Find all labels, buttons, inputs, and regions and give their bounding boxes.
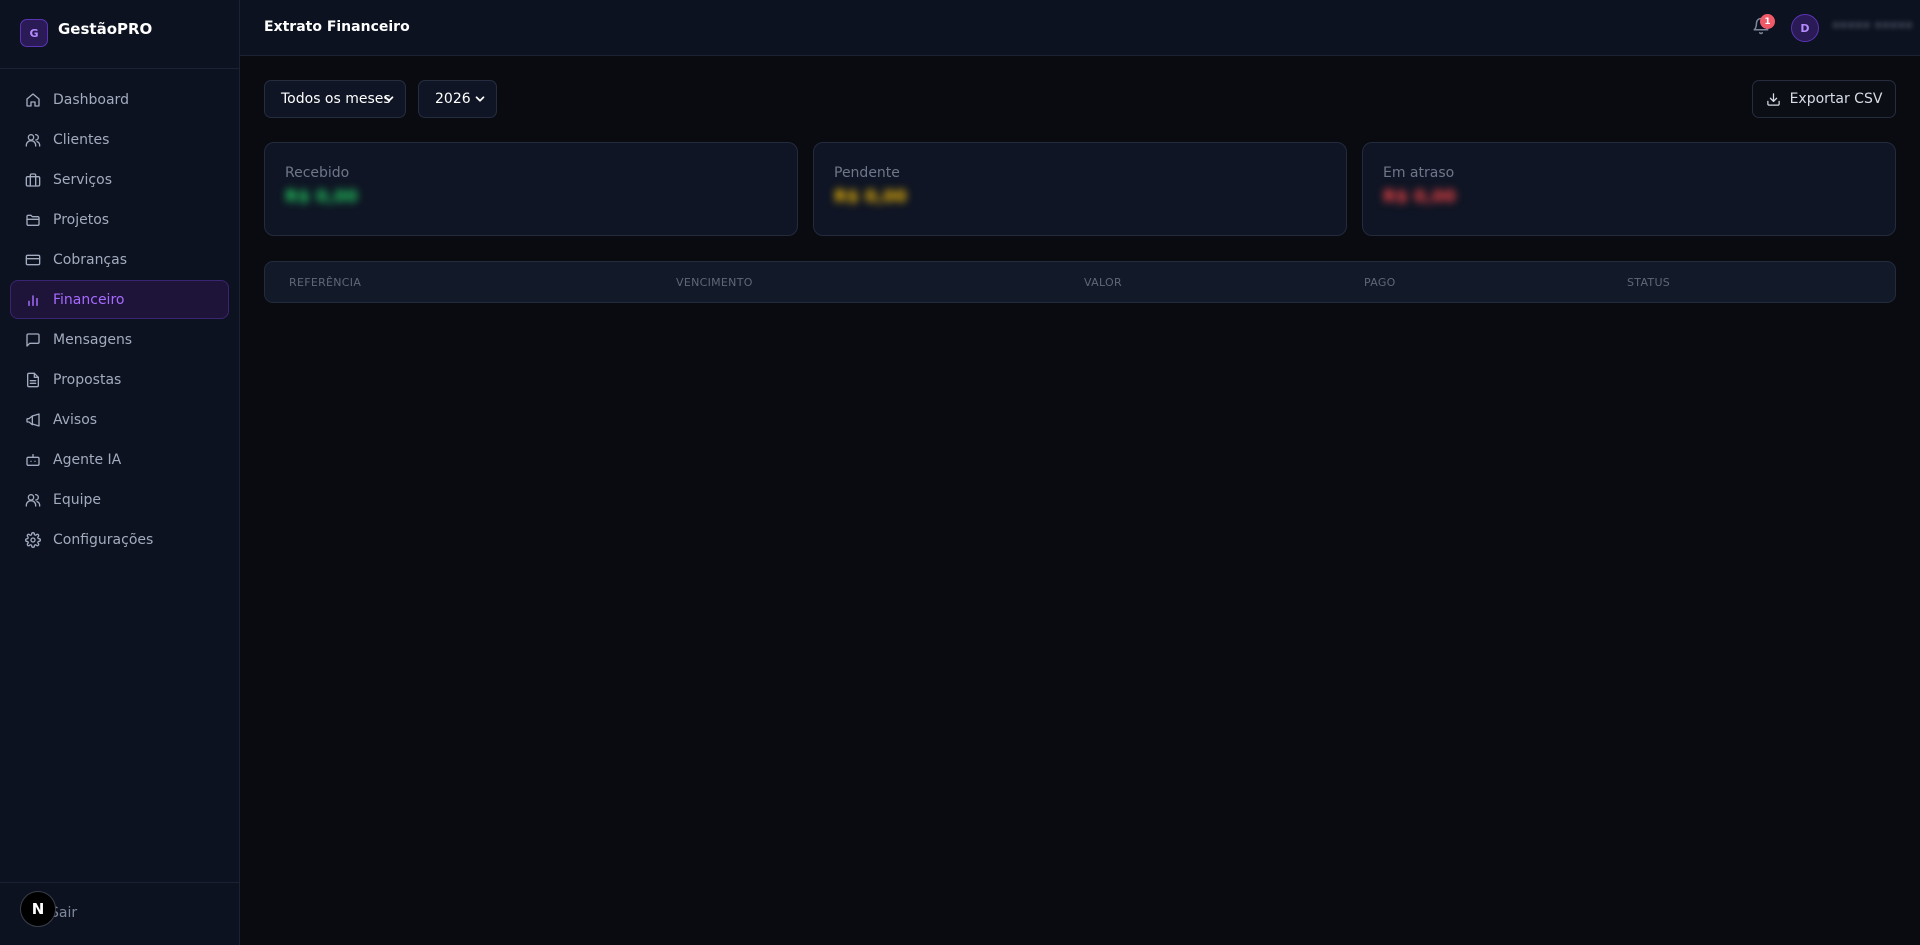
year-select[interactable]: 2026 [418, 80, 497, 118]
received-card: Recebido R$ 0,00 [264, 142, 798, 236]
user-name[interactable]: ••••• ••••• [1832, 19, 1913, 34]
sidebar-item-agente-ia[interactable]: Agente IA [10, 440, 229, 479]
pending-card: Pendente R$ 0,00 [813, 142, 1347, 236]
sidebar-item-label: Mensagens [53, 331, 133, 348]
sidebar-item-label: Agente IA [53, 451, 122, 468]
column-header-pago[interactable]: PAGO [1364, 276, 1396, 289]
sidebar-item-label: Projetos [53, 211, 110, 228]
bot-icon [24, 451, 41, 468]
sidebar-item-label: Serviços [53, 171, 112, 188]
sidebar-item-configuracoes[interactable]: Configurações [10, 520, 229, 559]
brand-logo: G [20, 19, 48, 47]
sidebar-item-label: Financeiro [53, 291, 125, 308]
filters-toolbar: Todos os meses 2026 Exportar CSV [264, 80, 1896, 118]
summary-cards: Recebido R$ 0,00 Pendente R$ 0,00 Em atr… [264, 142, 1896, 236]
column-header-valor[interactable]: VALOR [1084, 276, 1122, 289]
column-header-status[interactable]: STATUS [1627, 276, 1670, 289]
received-value: R$ 0,00 [285, 187, 358, 207]
avatar[interactable]: D [1791, 14, 1819, 42]
sidebar-item-clientes[interactable]: Clientes [10, 120, 229, 159]
export-csv-button[interactable]: Exportar CSV [1752, 80, 1896, 118]
month-select[interactable]: Todos os meses [264, 80, 406, 118]
overdue-label: Em atraso [1383, 165, 1455, 181]
overdue-card: Em atraso R$ 0,00 [1362, 142, 1896, 236]
sidebar-item-equipe[interactable]: Equipe [10, 480, 229, 519]
sidebar-item-financeiro[interactable]: Financeiro [10, 280, 229, 319]
sidebar-item-label: Avisos [53, 411, 98, 428]
month-select-value: Todos os meses [281, 91, 391, 107]
sidebar-nav: Dashboard Clientes Serviços Projetos Cob… [0, 69, 239, 559]
dev-tools-badge[interactable]: N [20, 891, 56, 927]
home-icon [24, 91, 41, 108]
page-title: Extrato Financeiro [264, 19, 410, 35]
users-icon [24, 131, 41, 148]
users-icon [24, 491, 41, 508]
brand[interactable]: G GestãoPRO [0, 0, 239, 69]
sidebar-item-projetos[interactable]: Projetos [10, 200, 229, 239]
sidebar-item-label: Clientes [53, 131, 110, 148]
download-icon [1766, 92, 1780, 106]
overdue-value: R$ 0,00 [1383, 187, 1456, 207]
export-csv-label: Exportar CSV [1789, 91, 1883, 107]
sidebar-item-avisos[interactable]: Avisos [10, 400, 229, 439]
credit-card-icon [24, 251, 41, 268]
sidebar-item-label: Propostas [53, 371, 122, 388]
sidebar-item-label: Dashboard [53, 91, 129, 108]
notification-count-badge: 1 [1760, 14, 1775, 29]
chevron-down-icon [473, 92, 487, 106]
sidebar-item-propostas[interactable]: Propostas [10, 360, 229, 399]
column-header-referencia[interactable]: REFERÊNCIA [289, 276, 361, 289]
year-select-value: 2026 [435, 91, 471, 107]
folder-icon [24, 211, 41, 228]
sidebar-item-mensagens[interactable]: Mensagens [10, 320, 229, 359]
sidebar: G GestãoPRO Dashboard Clientes Serviços … [0, 0, 240, 945]
pending-label: Pendente [834, 165, 900, 181]
brand-name: GestãoPRO [58, 20, 153, 38]
app-root: G GestãoPRO Dashboard Clientes Serviços … [0, 0, 1920, 945]
sidebar-item-servicos[interactable]: Serviços [10, 160, 229, 199]
sidebar-item-cobrancas[interactable]: Cobranças [10, 240, 229, 279]
chevron-down-icon [382, 92, 396, 106]
sidebar-item-label: Configurações [53, 531, 154, 548]
received-label: Recebido [285, 165, 350, 181]
file-text-icon [24, 371, 41, 388]
main-content: Todos os meses 2026 Exportar CSV Recebid… [264, 80, 1896, 303]
transactions-table: REFERÊNCIA VENCIMENTO VALOR PAGO STATUS [264, 261, 1896, 303]
bar-chart-icon [24, 291, 41, 308]
sidebar-item-dashboard[interactable]: Dashboard [10, 80, 229, 119]
top-header: Extrato Financeiro 1 D ••••• ••••• [240, 0, 1920, 56]
briefcase-icon [24, 171, 41, 188]
message-icon [24, 331, 41, 348]
column-header-vencimento[interactable]: VENCIMENTO [676, 276, 753, 289]
sidebar-footer: Sair N [0, 882, 240, 945]
sidebar-item-label: Cobranças [53, 251, 128, 268]
gear-icon [24, 531, 41, 548]
pending-value: R$ 0,00 [834, 187, 907, 207]
megaphone-icon [24, 411, 41, 428]
sidebar-item-label: Equipe [53, 491, 101, 508]
